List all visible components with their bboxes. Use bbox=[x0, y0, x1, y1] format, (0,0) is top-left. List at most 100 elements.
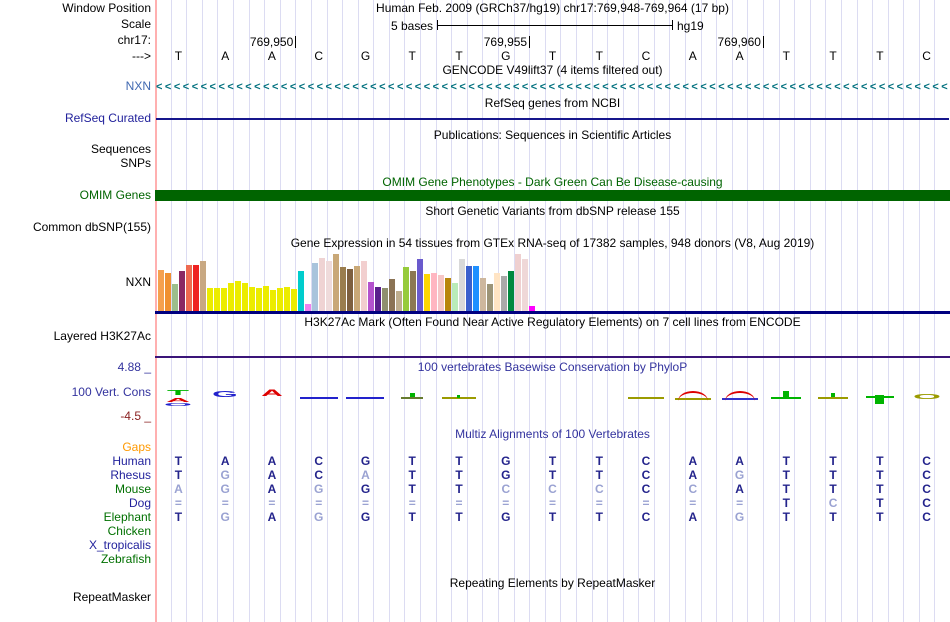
gtex-tissue-bar[interactable] bbox=[235, 281, 241, 311]
gtex-tissue-bar[interactable] bbox=[431, 273, 437, 311]
track-label[interactable]: Mouse bbox=[0, 483, 154, 496]
track-label[interactable]: Dog bbox=[0, 497, 154, 510]
track-title[interactable]: OMIM Gene Phenotypes - Dark Green Can Be… bbox=[155, 176, 950, 189]
alignment-base: C bbox=[922, 496, 931, 510]
gtex-tissue-bar[interactable] bbox=[242, 283, 248, 311]
track-label[interactable]: Zebrafish bbox=[0, 553, 154, 566]
alignment-base: C bbox=[501, 482, 511, 496]
omim-gene-bar[interactable] bbox=[155, 190, 950, 201]
alignment-base: T bbox=[408, 510, 416, 524]
gtex-tissue-bar[interactable] bbox=[207, 288, 213, 311]
gtex-tissue-bar[interactable] bbox=[319, 258, 325, 311]
alignment-base: T bbox=[595, 468, 603, 482]
track-label[interactable]: X_tropicalis bbox=[0, 539, 154, 552]
gtex-tissue-bar[interactable] bbox=[459, 259, 465, 311]
gtex-tissue-bar[interactable] bbox=[396, 291, 402, 311]
gtex-tissue-bar[interactable] bbox=[298, 271, 304, 311]
track-label[interactable]: NXN bbox=[0, 80, 154, 93]
track-title[interactable]: Short Genetic Variants from dbSNP releas… bbox=[155, 205, 950, 218]
alignment-base: C bbox=[688, 482, 698, 496]
gtex-tissue-bar[interactable] bbox=[403, 267, 409, 311]
gtex-tissue-bar[interactable] bbox=[375, 287, 381, 311]
track-label[interactable]: Sequences bbox=[0, 143, 154, 156]
gtex-tissue-bar[interactable] bbox=[438, 275, 444, 311]
track-title[interactable]: Multiz Alignments of 100 Vertebrates bbox=[155, 428, 950, 441]
gtex-tissue-bar[interactable] bbox=[466, 266, 472, 311]
gtex-tissue-bar[interactable] bbox=[389, 279, 395, 311]
alignment-base: C bbox=[641, 482, 651, 496]
gtex-tissue-bar[interactable] bbox=[473, 266, 479, 311]
gtex-tissue-bar[interactable] bbox=[291, 289, 297, 311]
conservation-arc bbox=[724, 391, 755, 401]
track-label[interactable]: Human bbox=[0, 455, 154, 468]
gtex-tissue-bar[interactable] bbox=[256, 288, 262, 311]
gtex-tissue-bar[interactable] bbox=[228, 283, 234, 311]
gtex-tissue-bar[interactable] bbox=[480, 278, 486, 311]
gtex-tissue-bar[interactable] bbox=[445, 278, 451, 311]
conservation-line bbox=[818, 397, 849, 399]
gtex-tissue-bar[interactable] bbox=[501, 276, 507, 311]
alignment-base: C bbox=[922, 510, 931, 524]
track-label[interactable]: Elephant bbox=[0, 511, 154, 524]
track-label[interactable]: NXN bbox=[0, 276, 154, 289]
gtex-tissue-bar[interactable] bbox=[417, 259, 423, 311]
gtex-tissue-bar[interactable] bbox=[193, 265, 199, 311]
gtex-tissue-bar[interactable] bbox=[277, 288, 283, 311]
track-label[interactable]: SNPs bbox=[0, 157, 154, 170]
gtex-tissue-bar[interactable] bbox=[515, 254, 521, 311]
gtex-tissue-bar[interactable] bbox=[186, 265, 192, 311]
track-title[interactable]: 100 vertebrates Basewise Conservation by… bbox=[155, 361, 950, 374]
gtex-tissue-bar[interactable] bbox=[326, 261, 332, 311]
gencode-nxn-transcript[interactable]: <<<<<<<<<<<<<<<<<<<<<<<<<<<<<<<<<<<<<<<<… bbox=[156, 81, 948, 93]
track-label[interactable]: Chicken bbox=[0, 525, 154, 538]
coordinate-label: 769,960 bbox=[717, 35, 761, 49]
track-label[interactable]: RefSeq Curated bbox=[0, 112, 154, 125]
track-label[interactable]: Rhesus bbox=[0, 469, 154, 482]
gtex-tissue-bar[interactable] bbox=[200, 261, 206, 311]
track-label[interactable]: Layered H3K27Ac bbox=[0, 330, 154, 343]
gtex-tissue-bar[interactable] bbox=[158, 270, 164, 311]
track-title[interactable]: Repeating Elements by RepeatMasker bbox=[155, 577, 950, 590]
gtex-tissue-bar[interactable] bbox=[263, 286, 269, 311]
gtex-tissue-bar[interactable] bbox=[452, 283, 458, 311]
gtex-tissue-bar[interactable] bbox=[221, 288, 227, 311]
track-label[interactable]: 100 Vert. Cons bbox=[0, 386, 154, 399]
sequence-base: T bbox=[548, 49, 557, 63]
gtex-tissue-bar[interactable] bbox=[494, 273, 500, 311]
gtex-tissue-bar[interactable] bbox=[333, 254, 339, 311]
conservation-line bbox=[628, 397, 665, 399]
gtex-tissue-bar[interactable] bbox=[305, 304, 311, 311]
track-title[interactable]: RefSeq genes from NCBI bbox=[155, 97, 950, 110]
gtex-tissue-bar[interactable] bbox=[354, 266, 360, 311]
track-label[interactable]: RepeatMasker bbox=[0, 591, 154, 604]
track-label[interactable]: Common dbSNP(155) bbox=[0, 221, 154, 234]
gtex-tissue-bar[interactable] bbox=[361, 261, 367, 311]
gtex-tissue-bar[interactable] bbox=[312, 263, 318, 311]
gtex-tissue-bar[interactable] bbox=[368, 282, 374, 311]
gtex-tissue-bar[interactable] bbox=[270, 290, 276, 311]
gtex-tissue-bar[interactable] bbox=[410, 271, 416, 311]
genome-browser-image[interactable]: Human Feb. 2009 (GRCh37/hg19) chr17:769,… bbox=[0, 0, 950, 622]
gtex-tissue-bar[interactable] bbox=[424, 274, 430, 311]
gtex-tissue-bar[interactable] bbox=[214, 288, 220, 311]
track-label[interactable]: Gaps bbox=[0, 441, 154, 454]
gtex-tissue-bar[interactable] bbox=[508, 271, 514, 311]
gtex-tissue-bar[interactable] bbox=[172, 284, 178, 311]
gtex-tissue-bar[interactable] bbox=[249, 287, 255, 311]
gtex-tissue-bar[interactable] bbox=[487, 284, 493, 311]
gtex-tissue-bar[interactable] bbox=[165, 273, 171, 311]
refseq-curated-feature-line[interactable] bbox=[156, 118, 949, 120]
alignment-base: C bbox=[548, 482, 557, 496]
gtex-tissue-bar[interactable] bbox=[382, 288, 388, 311]
track-label[interactable]: OMIM Genes bbox=[0, 189, 154, 202]
gtex-tissue-bar[interactable] bbox=[522, 259, 528, 311]
gtex-tissue-bar[interactable] bbox=[347, 269, 353, 311]
gtex-tissue-bar[interactable] bbox=[179, 271, 185, 311]
gtex-tissue-bar[interactable] bbox=[340, 267, 346, 311]
track-title[interactable]: Publications: Sequences in Scientific Ar… bbox=[155, 129, 950, 142]
track-title[interactable]: Gene Expression in 54 tissues from GTEx … bbox=[155, 237, 950, 250]
h3k27ac-track-line[interactable] bbox=[155, 356, 950, 358]
track-title[interactable]: H3K27Ac Mark (Often Found Near Active Re… bbox=[155, 316, 950, 329]
gtex-tissue-bar[interactable] bbox=[284, 287, 290, 311]
track-title[interactable]: GENCODE V49lift37 (4 items filtered out) bbox=[155, 64, 950, 77]
